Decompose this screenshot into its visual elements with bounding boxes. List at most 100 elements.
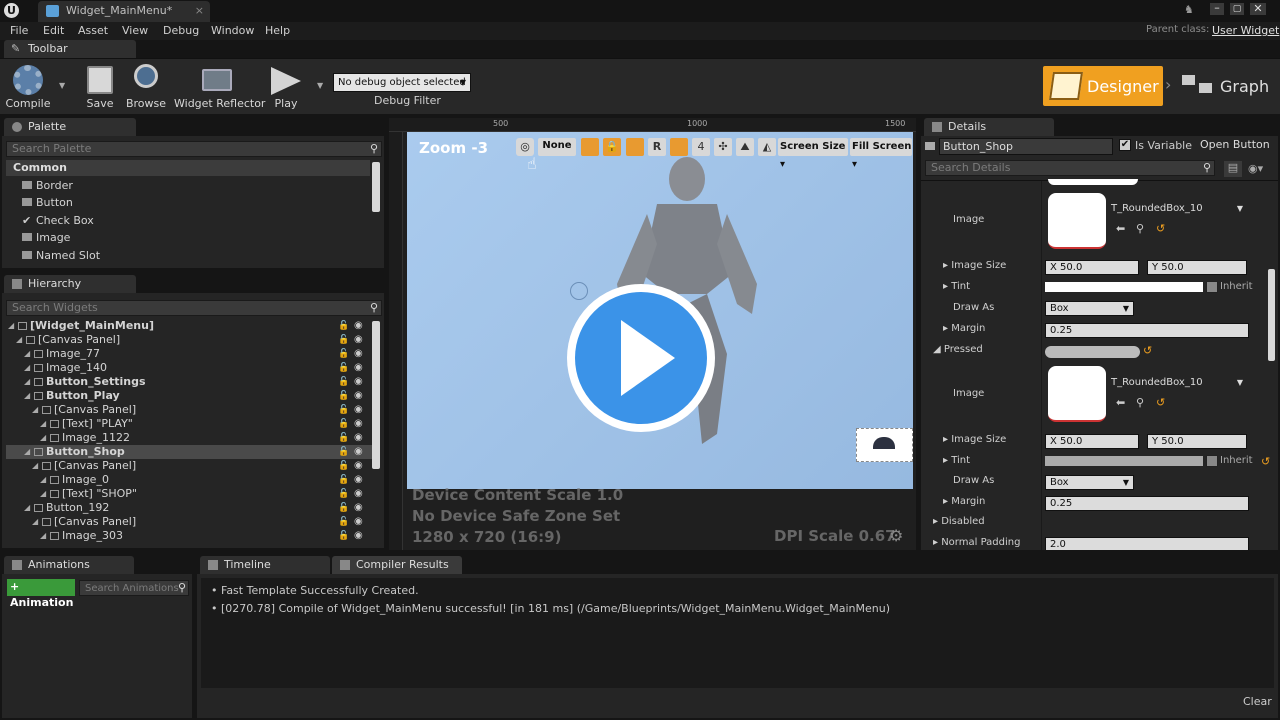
visibility-eye-icon[interactable]: ◉ <box>354 333 363 347</box>
lock-icon[interactable]: 🔓 <box>338 361 349 375</box>
clear-button[interactable]: Clear <box>1243 695 1272 708</box>
pressed-size-x-field[interactable]: X 50.0 <box>1045 434 1139 449</box>
respect-locks-icon[interactable]: ✣ <box>714 138 732 156</box>
lock-icon[interactable]: 🔒 <box>603 138 621 156</box>
menu-help[interactable]: Help <box>265 24 290 37</box>
timeline-tab[interactable]: Timeline <box>200 556 330 574</box>
pressed-size-y-field[interactable]: Y 50.0 <box>1147 434 1247 449</box>
image-thumbnail[interactable] <box>1048 193 1106 249</box>
grid-view-icon[interactable]: ▤ <box>1224 161 1242 177</box>
layout-icon[interactable] <box>626 138 644 156</box>
palette-search-input[interactable]: Search Palette ⚲ <box>6 141 382 157</box>
hierarchy-search-input[interactable]: Search Widgets ⚲ <box>6 300 382 316</box>
hierarchy-row[interactable]: ◢ Button_Shop 🔓 ◉ <box>6 445 372 459</box>
hierarchy-row[interactable]: ◢ Button_Settings 🔓 ◉ <box>6 375 372 389</box>
hierarchy-row[interactable]: ◢ [Text] "SHOP" 🔓 ◉ <box>6 487 372 501</box>
lock-icon[interactable]: 🔓 <box>338 515 349 529</box>
search-animations-input[interactable]: Search Animations ⚲ <box>79 580 189 596</box>
hierarchy-row[interactable]: ◢ Button_Play 🔓 ◉ <box>6 389 372 403</box>
visibility-eye-icon[interactable]: ◉ <box>354 529 363 543</box>
tree-expand-icon[interactable]: ◢ <box>24 389 30 403</box>
add-animation-button[interactable]: + Animation <box>7 579 75 609</box>
compiler-results-tab[interactable]: Compiler Results <box>332 556 462 574</box>
compile-options-dropdown[interactable]: ▼ <box>56 61 70 113</box>
pressed-tint-swatch[interactable] <box>1045 456 1203 466</box>
snap-toggle-icon[interactable] <box>581 138 599 156</box>
pressed-image-thumbnail[interactable] <box>1048 366 1106 422</box>
reset-arrow-icon[interactable]: ↺ <box>1261 455 1270 468</box>
visibility-eye-icon[interactable]: ◉ <box>354 389 363 403</box>
hierarchy-row[interactable]: ◢ [Canvas Panel] 🔓 ◉ <box>6 459 372 473</box>
widget-name-input[interactable]: Button_Shop <box>939 138 1113 155</box>
menu-edit[interactable]: Edit <box>43 24 64 37</box>
hierarchy-row[interactable]: ◢ Image_140 🔓 ◉ <box>6 361 372 375</box>
lock-icon[interactable]: 🔓 <box>338 459 349 473</box>
hierarchy-row[interactable]: ◢ Image_77 🔓 ◉ <box>6 347 372 361</box>
lock-icon[interactable]: 🔓 <box>338 375 349 389</box>
pressed-draw-as-select[interactable]: Box ▼ <box>1045 475 1134 490</box>
hierarchy-row[interactable]: ◢ [Canvas Panel] 🔓 ◉ <box>6 403 372 417</box>
use-selected-arrow-icon[interactable]: ⬅ <box>1116 222 1125 235</box>
tree-expand-icon[interactable]: ◢ <box>32 459 38 473</box>
dpi-settings-gear-icon[interactable]: ⚙ <box>889 526 903 545</box>
r-button[interactable]: R <box>648 138 666 156</box>
pressed-texture-select[interactable]: T_RoundedBox_10 ▼ <box>1111 375 1249 390</box>
visibility-eye-icon[interactable]: ◉ <box>354 445 363 459</box>
video-play-overlay[interactable] <box>567 284 715 432</box>
visibility-eye-icon[interactable]: ◉ <box>354 375 363 389</box>
tint-color-swatch[interactable] <box>1045 282 1203 292</box>
hierarchy-row[interactable]: ◢ Image_303 🔓 ◉ <box>6 529 372 543</box>
lock-icon[interactable]: 🔓 <box>338 431 349 445</box>
visibility-eye-icon[interactable]: ◉ <box>354 459 363 473</box>
details-tab[interactable]: Details <box>924 118 1054 136</box>
visibility-eye-icon[interactable]: ◉ <box>354 501 363 515</box>
visibility-eye-icon[interactable]: ◉ <box>354 319 363 333</box>
image-size-y-field[interactable]: Y 50.0 <box>1147 260 1247 275</box>
browse-asset-icon[interactable]: ⚲ <box>1136 222 1144 235</box>
tree-expand-icon[interactable]: ◢ <box>40 431 46 445</box>
menu-debug[interactable]: Debug <box>163 24 199 37</box>
palette-tab[interactable]: Palette <box>4 118 136 136</box>
parent-class-link[interactable]: User Widget <box>1212 24 1279 37</box>
maximize-icon[interactable]: ▢ <box>1230 3 1244 15</box>
pressed-section-label[interactable]: ◢ Pressed <box>933 340 983 360</box>
menu-file[interactable]: File <box>10 24 28 37</box>
lock-icon[interactable]: 🔓 <box>338 487 349 501</box>
palette-item-button[interactable]: Button <box>22 196 366 210</box>
minimize-icon[interactable]: – <box>1210 2 1224 15</box>
hierarchy-row[interactable]: ◢ [Canvas Panel] 🔓 ◉ <box>6 515 372 529</box>
menu-window[interactable]: Window <box>211 24 254 37</box>
graph-mode-button[interactable]: Graph <box>1178 66 1274 106</box>
tree-expand-icon[interactable]: ◢ <box>40 417 46 431</box>
normal-padding-label[interactable]: ▸ Normal Padding <box>933 533 1020 550</box>
disabled-section-label[interactable]: ▸ Disabled <box>933 512 985 532</box>
lock-icon[interactable]: 🔓 <box>338 417 349 431</box>
lock-icon[interactable]: 🔓 <box>338 333 349 347</box>
tree-expand-icon[interactable]: ◢ <box>24 501 30 515</box>
tree-expand-icon[interactable]: ◢ <box>8 319 14 333</box>
palette-item-border[interactable]: Border <box>22 179 366 193</box>
visibility-eye-icon[interactable]: ◉ <box>354 361 363 375</box>
open-button-link[interactable]: Open Button <box>1200 138 1270 151</box>
tree-expand-icon[interactable]: ◢ <box>24 375 30 389</box>
margin-field[interactable]: 0.25 <box>1045 323 1249 338</box>
document-tab[interactable]: Widget_MainMenu* × <box>38 1 210 22</box>
reset-arrow-icon[interactable]: ↺ <box>1143 344 1152 357</box>
notification-icon[interactable]: ♞ <box>1184 3 1194 16</box>
hierarchy-scrollbar[interactable] <box>372 321 380 469</box>
grid-snap-icon[interactable] <box>670 138 688 156</box>
browse-button[interactable]: Browse <box>124 61 168 113</box>
visibility-eye-icon[interactable]: ◉ <box>354 403 363 417</box>
browse-asset-icon[interactable]: ⚲ <box>1136 396 1144 409</box>
visibility-eye-icon[interactable]: ◉ <box>354 431 363 445</box>
palette-item-check-box[interactable]: ✔ Check Box <box>22 214 366 228</box>
visibility-eye-icon[interactable]: ◉ <box>354 347 363 361</box>
tree-expand-icon[interactable]: ◢ <box>16 333 22 347</box>
hierarchy-row[interactable]: ◢ [Canvas Panel] 🔓 ◉ <box>6 333 372 347</box>
grid-size-value[interactable]: 4 <box>692 138 710 156</box>
lock-icon[interactable]: 🔓 <box>338 389 349 403</box>
toolbar-tab[interactable]: ✎ Toolbar <box>4 40 136 58</box>
lock-icon[interactable]: 🔓 <box>338 529 349 543</box>
details-scrollbar[interactable] <box>1268 269 1275 361</box>
tree-expand-icon[interactable]: ◢ <box>24 445 30 459</box>
